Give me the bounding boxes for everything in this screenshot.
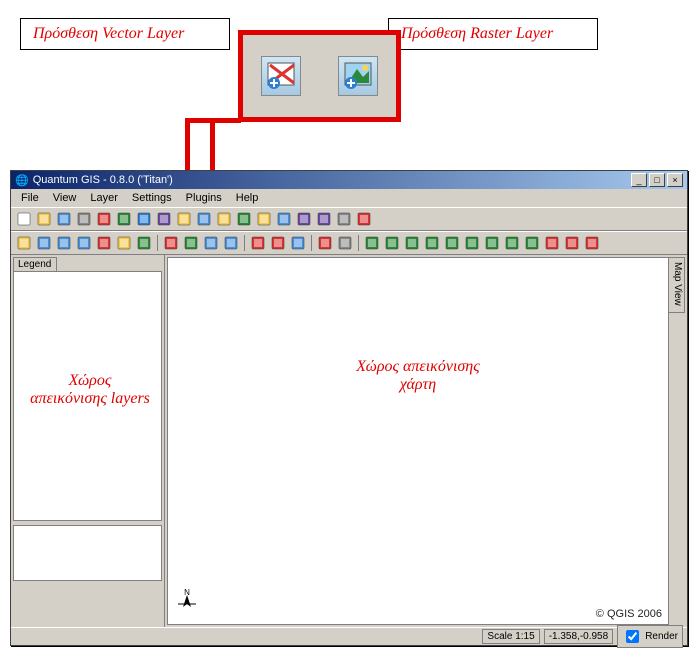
menu-settings[interactable]: Settings xyxy=(126,191,178,205)
plugin8-button[interactable] xyxy=(503,234,521,252)
north-arrow-icon: N xyxy=(174,587,200,620)
status-render-toggle[interactable]: Render xyxy=(617,625,683,648)
toolbar-separator xyxy=(157,235,158,251)
legend-tab[interactable]: Legend xyxy=(13,257,57,271)
zoom-last-button[interactable] xyxy=(115,234,133,252)
titlebar: 🌐 Quantum GIS - 0.8.0 ('Titan') _ □ × xyxy=(11,171,687,189)
close-button[interactable]: × xyxy=(667,173,683,187)
callout-raster-layer: Πρόσθεση Raster Layer xyxy=(388,18,598,50)
add-raster-button[interactable] xyxy=(115,210,133,228)
callout-vector-layer: Πρόσθεση Vector Layer xyxy=(20,18,230,50)
remove-layer-button[interactable] xyxy=(195,210,213,228)
statusbar: Scale 1:15 -1.358,-0.958 Render xyxy=(11,627,687,645)
toolbar-separator xyxy=(311,235,312,251)
add-raster-layer-icon[interactable] xyxy=(338,56,378,96)
render-label: Render xyxy=(645,631,678,642)
annotation-layers-area: Χώρος απεικόνισης layers xyxy=(30,372,150,408)
qgis-logo-icon: 🌐 xyxy=(15,174,29,187)
plugin3-button[interactable] xyxy=(403,234,421,252)
measure-area-button[interactable] xyxy=(222,234,240,252)
plugin2-button[interactable] xyxy=(383,234,401,252)
plugin9-button[interactable] xyxy=(523,234,541,252)
mapview-tab[interactable]: Map View xyxy=(669,257,685,313)
properties-button[interactable] xyxy=(295,210,313,228)
plugin7-button[interactable] xyxy=(483,234,501,252)
toolbar-separator xyxy=(358,235,359,251)
legend-panel: Legend Χώρος απεικόνισης layers xyxy=(11,255,165,627)
identify-button[interactable] xyxy=(162,234,180,252)
status-scale: Scale 1:15 xyxy=(482,629,539,644)
workspace: Legend Χώρος απεικόνισης layers Χώρος απ… xyxy=(11,255,687,627)
open-button[interactable] xyxy=(35,210,53,228)
plugin5-button[interactable] xyxy=(443,234,461,252)
select-button[interactable] xyxy=(182,234,200,252)
zoom-in-button[interactable] xyxy=(35,234,53,252)
toggle-button[interactable] xyxy=(275,210,293,228)
add-postgis-button[interactable] xyxy=(155,210,173,228)
toolbar-file-layers xyxy=(11,207,687,231)
zoom-out-button[interactable] xyxy=(55,234,73,252)
move-down-button[interactable] xyxy=(255,210,273,228)
zoom-full-button[interactable] xyxy=(75,234,93,252)
plugin11-button[interactable] xyxy=(563,234,581,252)
status-coords: -1.358,-0.958 xyxy=(544,629,614,644)
app-title: Quantum GIS - 0.8.0 ('Titan') xyxy=(33,174,173,186)
save-button[interactable] xyxy=(55,210,73,228)
menu-plugins[interactable]: Plugins xyxy=(180,191,228,205)
plugin10-button[interactable] xyxy=(543,234,561,252)
composer-button[interactable] xyxy=(316,234,334,252)
toolbar-navigation xyxy=(11,231,687,255)
refresh-button[interactable] xyxy=(135,234,153,252)
new-layer-button[interactable] xyxy=(175,210,193,228)
menu-layer[interactable]: Layer xyxy=(84,191,124,205)
render-checkbox[interactable] xyxy=(626,630,639,643)
zoom-selection-button[interactable] xyxy=(95,234,113,252)
new-bookmark-button[interactable] xyxy=(289,234,307,252)
add-wms-button[interactable] xyxy=(135,210,153,228)
plugin4-button[interactable] xyxy=(423,234,441,252)
print-button[interactable] xyxy=(336,234,354,252)
add-vector-layer-icon[interactable] xyxy=(261,56,301,96)
identify-button[interactable] xyxy=(355,210,373,228)
plugin1-button[interactable] xyxy=(363,234,381,252)
annotation-map-area: Χώρος απεικόνισης χάρτη xyxy=(348,358,488,394)
menubar: File View Layer Settings Plugins Help xyxy=(11,189,687,207)
print-button[interactable] xyxy=(75,210,93,228)
duplicate-button[interactable] xyxy=(215,210,233,228)
measure-line-button[interactable] xyxy=(202,234,220,252)
minimize-button[interactable]: _ xyxy=(631,173,647,187)
table-button[interactable] xyxy=(335,210,353,228)
map-copyright: © QGIS 2006 xyxy=(596,608,662,620)
zoom-layer-button[interactable] xyxy=(315,210,333,228)
bookmark-button[interactable] xyxy=(269,234,287,252)
map-panel: Χώρος απεικόνισης χάρτη N © QGIS 2006 Ma… xyxy=(165,255,687,627)
plugin6-button[interactable] xyxy=(463,234,481,252)
menu-help[interactable]: Help xyxy=(230,191,265,205)
menu-view[interactable]: View xyxy=(47,191,83,205)
map-canvas[interactable]: Χώρος απεικόνισης χάρτη N © QGIS 2006 xyxy=(167,257,669,625)
add-vector-button[interactable] xyxy=(95,210,113,228)
move-up-button[interactable] xyxy=(235,210,253,228)
new-button[interactable] xyxy=(15,210,33,228)
app-window: 🌐 Quantum GIS - 0.8.0 ('Titan') _ □ × Fi… xyxy=(10,170,688,646)
menu-file[interactable]: File xyxy=(15,191,45,205)
pan-button[interactable] xyxy=(15,234,33,252)
overview-area[interactable] xyxy=(13,525,162,581)
toolbar-separator xyxy=(244,235,245,251)
map-tips-button[interactable] xyxy=(249,234,267,252)
maximize-button[interactable]: □ xyxy=(649,173,665,187)
zoom-highlight-box xyxy=(238,30,401,122)
legend-area[interactable]: Χώρος απεικόνισης layers xyxy=(13,271,162,521)
plugin12-button[interactable] xyxy=(583,234,601,252)
